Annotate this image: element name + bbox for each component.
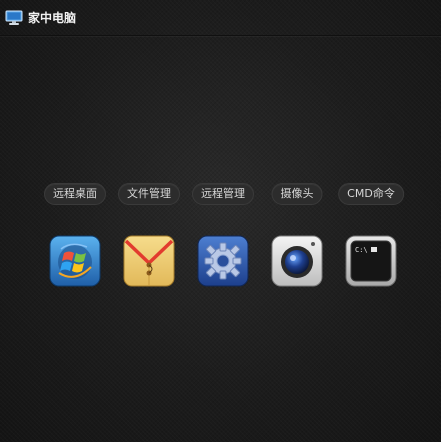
app-camera[interactable]: 摄像头 <box>260 183 334 291</box>
app-label[interactable]: 文件管理 <box>118 183 180 205</box>
app-label[interactable]: CMD命令 <box>338 183 404 205</box>
app-cmd[interactable]: CMD命令 C:\ <box>334 183 408 291</box>
app-remote-desktop[interactable]: 远程桌面 <box>38 183 112 291</box>
title-bar: 家中电脑 <box>0 0 441 36</box>
computer-monitor-icon <box>5 10 23 26</box>
gear-icon[interactable] <box>197 235 249 287</box>
app-label[interactable]: 摄像头 <box>271 183 323 205</box>
app-label[interactable]: 远程桌面 <box>44 183 106 205</box>
app-remote-management[interactable]: 远程管理 <box>186 183 260 291</box>
app-label[interactable]: 远程管理 <box>192 183 254 205</box>
app-file-manager[interactable]: 文件管理 <box>112 183 186 291</box>
envelope-file-icon[interactable] <box>123 235 175 287</box>
svg-text:C:\: C:\ <box>355 246 368 254</box>
window-title: 家中电脑 <box>28 11 77 25</box>
camera-icon[interactable] <box>271 235 323 287</box>
windows-logo-icon[interactable] <box>49 235 101 287</box>
terminal-icon[interactable]: C:\ <box>345 235 397 287</box>
